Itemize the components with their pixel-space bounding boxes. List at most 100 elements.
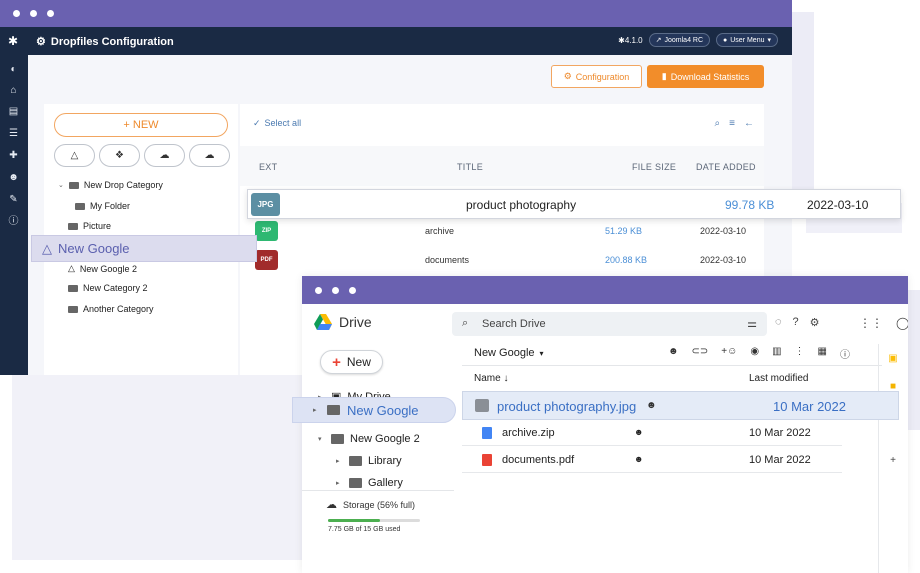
jpg-file-icon: JPG bbox=[251, 193, 280, 216]
highlighted-sidebar-item-new-google[interactable]: ▸ New Google bbox=[292, 397, 456, 423]
users-icon[interactable]: ☻ bbox=[7, 171, 20, 184]
joomla-logo-icon[interactable]: ✱ bbox=[8, 35, 20, 47]
highlighted-category-new-google[interactable]: △ New Google bbox=[31, 235, 257, 262]
file-icon[interactable]: ▤ bbox=[7, 105, 20, 118]
joomla-sidebar: ◐ ⌂ ▤ ☰ ✚ ☻ ✎ ⓘ bbox=[0, 55, 28, 375]
calendar-icon[interactable]: ▣ bbox=[888, 354, 898, 364]
highlighted-file-row[interactable]: JPG product photography 99.78 KB 2022-03… bbox=[247, 189, 901, 219]
pdf-file-icon: PDF bbox=[255, 250, 278, 270]
sidebar-item-new-google-2[interactable]: ▾ New Google 2 bbox=[318, 433, 420, 445]
new-category-button[interactable]: + NEW bbox=[54, 113, 228, 137]
onedrive-business-button[interactable]: ☁ bbox=[189, 144, 230, 167]
toggle-icon[interactable]: ◐ bbox=[7, 63, 20, 76]
arrow-left-icon[interactable]: ← bbox=[744, 118, 754, 129]
file-row[interactable]: archive.zip ☻ 10 Mar 2022 bbox=[462, 420, 842, 446]
select-all-link[interactable]: ✓ Select all bbox=[253, 118, 301, 129]
share-people-icon[interactable]: ☻ bbox=[668, 346, 679, 361]
column-ext[interactable]: EXT bbox=[259, 162, 277, 172]
help-icon[interactable]: ? bbox=[793, 316, 799, 329]
google-drive-logo-icon[interactable] bbox=[314, 314, 332, 330]
window-dot[interactable] bbox=[47, 10, 54, 17]
window-dot[interactable] bbox=[13, 10, 20, 17]
highlighted-file-row[interactable]: product photography.jpg ☻ 10 Mar 2022 bbox=[462, 391, 899, 420]
account-avatar-icon[interactable]: ◯ bbox=[896, 316, 908, 330]
tree-item-new-drop-category[interactable]: ⌄ New Drop Category bbox=[58, 180, 163, 190]
shared-icon: ☻ bbox=[634, 427, 644, 437]
zip-file-icon bbox=[482, 427, 492, 439]
download-statistics-button[interactable]: ▮ Download Statistics bbox=[647, 65, 764, 88]
side-panel-rail: ▣ ■ ● + bbox=[878, 344, 908, 573]
info-icon[interactable]: ⓘ bbox=[7, 215, 20, 228]
configuration-button[interactable]: ⚙ Configuration bbox=[551, 65, 642, 88]
folder-icon bbox=[327, 405, 340, 415]
add-addon-icon[interactable]: + bbox=[888, 456, 898, 466]
google-drive-window: Drive ⌕ Search Drive ⚌ ◌ ? ⚙ ⋮⋮ ◯ + New bbox=[302, 276, 908, 573]
file-modified: 10 Mar 2022 bbox=[749, 454, 811, 466]
grid-view-icon[interactable]: ▦ bbox=[818, 346, 827, 361]
column-title[interactable]: TITLE bbox=[457, 162, 483, 172]
offline-icon[interactable]: ◌ bbox=[775, 316, 782, 329]
tree-item-new-google-2[interactable]: △ New Google 2 bbox=[68, 263, 137, 274]
filter-icon[interactable]: ≡ bbox=[729, 118, 735, 129]
search-input[interactable]: ⌕ Search Drive ⚌ bbox=[452, 312, 767, 336]
window-dot[interactable] bbox=[315, 286, 322, 294]
more-vert-icon[interactable]: ⋮ bbox=[795, 346, 805, 361]
storage-label[interactable]: ☁ Storage (56% full) bbox=[326, 498, 415, 511]
breadcrumb[interactable]: New Google ▾ bbox=[474, 347, 544, 359]
puzzle-icon[interactable]: ✚ bbox=[7, 149, 20, 162]
file-name: archive.zip bbox=[502, 427, 555, 439]
app-name: Drive bbox=[339, 314, 372, 330]
preview-eye-icon[interactable]: ◉ bbox=[750, 346, 759, 361]
column-date-added[interactable]: DATE ADDED bbox=[696, 162, 756, 172]
window-titlebar bbox=[0, 0, 792, 27]
column-last-modified[interactable]: Last modified bbox=[749, 373, 808, 384]
list-icon[interactable]: ☰ bbox=[7, 127, 20, 140]
cloud-icon: ☁ bbox=[326, 499, 337, 511]
tree-item-picture[interactable]: Picture bbox=[68, 221, 111, 231]
file-modified: 10 Mar 2022 bbox=[773, 399, 846, 414]
search-icon: ⌕ bbox=[462, 317, 469, 329]
apps-grid-icon[interactable]: ⋮⋮ bbox=[859, 316, 883, 330]
tree-item-another-category[interactable]: Another Category bbox=[68, 304, 154, 314]
folder-icon bbox=[68, 181, 79, 189]
home-icon[interactable]: ⌂ bbox=[7, 84, 20, 97]
user-menu[interactable]: ● User Menu ▾ bbox=[716, 33, 778, 47]
site-link[interactable]: ↗ Joomla4 RC bbox=[648, 33, 711, 47]
storage-bar-fill bbox=[328, 519, 380, 522]
file-row[interactable]: PDF documents 200.88 KB 2022-03-10 bbox=[240, 246, 764, 274]
column-name[interactable]: Name ↓ bbox=[474, 373, 508, 384]
trash-icon[interactable]: ▥ bbox=[772, 346, 781, 361]
sidebar-item-library[interactable]: ▸ Library bbox=[336, 455, 402, 467]
window-dot[interactable] bbox=[332, 286, 339, 294]
check-icon: ✓ bbox=[253, 118, 261, 128]
add-person-icon[interactable]: +☺ bbox=[721, 346, 737, 361]
link-icon[interactable]: ⊂⊃ bbox=[692, 346, 709, 361]
tree-item-my-folder[interactable]: My Folder bbox=[75, 201, 130, 211]
chevron-down-icon: ▾ bbox=[767, 37, 771, 44]
search-options-icon[interactable]: ⚌ bbox=[747, 317, 757, 330]
new-button[interactable]: + New bbox=[320, 350, 383, 374]
file-size: 51.29 KB bbox=[605, 226, 643, 236]
file-name: documents.pdf bbox=[502, 454, 575, 466]
window-dot[interactable] bbox=[349, 286, 356, 294]
settings-icon[interactable]: ⚙ bbox=[810, 316, 820, 329]
toolbar-divider bbox=[462, 365, 882, 366]
tree-item-new-category-2[interactable]: New Category 2 bbox=[68, 283, 148, 293]
gear-icon: ⚙ bbox=[563, 71, 572, 81]
search-icon[interactable]: ⌕ bbox=[715, 118, 721, 129]
google-drive-icon: △ bbox=[70, 150, 79, 161]
cloud-icon: ☁ bbox=[159, 150, 170, 161]
header-icons: ◌ ? ⚙ bbox=[775, 316, 820, 329]
window-dot[interactable] bbox=[30, 10, 37, 17]
details-info-icon[interactable]: ⓘ bbox=[840, 346, 850, 361]
google-drive-button[interactable]: △ bbox=[54, 144, 95, 167]
onedrive-button[interactable]: ☁ bbox=[144, 144, 185, 167]
wrench-icon[interactable]: ✎ bbox=[7, 193, 20, 206]
file-row[interactable]: documents.pdf ☻ 10 Mar 2022 bbox=[462, 447, 842, 473]
column-file-size[interactable]: FILE SIZE bbox=[632, 162, 676, 172]
gear-icon: ⚙ bbox=[36, 36, 46, 48]
file-row[interactable]: ZIP archive 51.29 KB 2022-03-10 bbox=[240, 217, 764, 245]
sidebar-item-gallery[interactable]: ▸ Gallery bbox=[336, 477, 403, 489]
folder-icon bbox=[75, 202, 85, 210]
dropbox-button[interactable]: ❖ bbox=[99, 144, 140, 167]
